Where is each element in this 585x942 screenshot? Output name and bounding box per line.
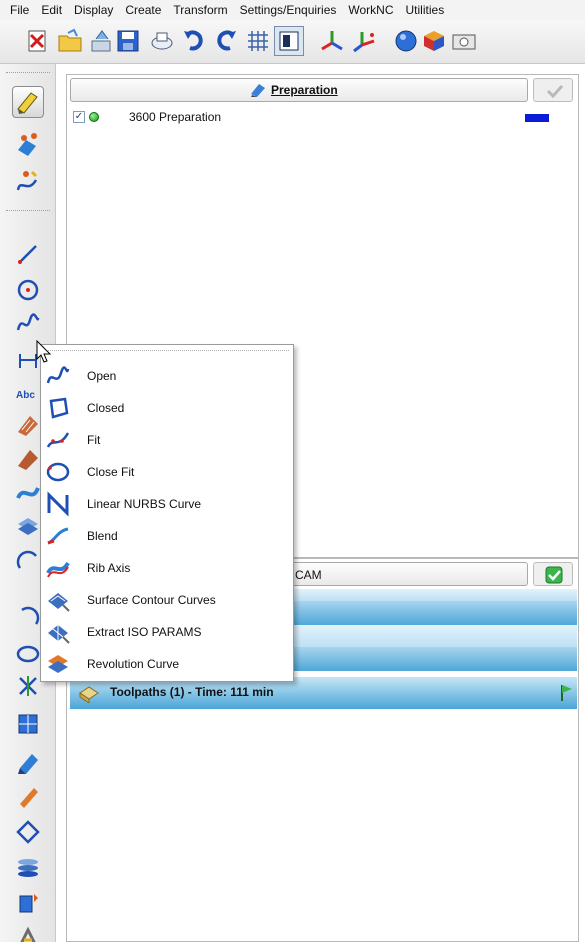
menu-edit[interactable]: Edit <box>35 0 68 20</box>
circle-icon[interactable] <box>14 276 42 304</box>
menu-item-label: Closed <box>87 401 125 415</box>
spline-icon[interactable] <box>14 310 42 338</box>
menu-item-fit[interactable]: Fit <box>45 425 291 455</box>
cube-icon[interactable] <box>420 27 448 55</box>
nurbs-curve-icon <box>45 491 71 517</box>
toolbar-separator <box>6 210 50 211</box>
menu-item-label: Fit <box>87 433 101 447</box>
plane-icon[interactable] <box>14 782 42 810</box>
hatch-icon[interactable] <box>14 410 42 438</box>
line-icon[interactable] <box>14 240 42 268</box>
axis-icon[interactable] <box>318 27 346 55</box>
menu-separator <box>45 350 289 351</box>
menu-item-extract-iso-params[interactable]: Extract ISO PARAMS <box>45 617 291 647</box>
settings-tool-icon[interactable] <box>14 924 42 942</box>
list-item[interactable]: ✓ 3600 Preparation <box>73 109 573 127</box>
menu-item-surface-contour-curves[interactable]: Surface Contour Curves <box>45 585 291 615</box>
menu-utilities[interactable]: Utilities <box>400 0 451 20</box>
menu-transform[interactable]: Transform <box>167 0 233 20</box>
menu-item-linear-nurbs-curve[interactable]: Linear NURBS Curve <box>45 489 291 519</box>
blend-icon <box>45 523 71 549</box>
menu-item-label: Extract ISO PARAMS <box>87 625 202 639</box>
preparation-header[interactable]: Preparation <box>70 78 528 102</box>
menu-settings-enquiries[interactable]: Settings/Enquiries <box>234 0 343 20</box>
preparation-confirm-button[interactable] <box>533 78 573 102</box>
delete-icon[interactable] <box>24 27 52 55</box>
grid-icon[interactable] <box>244 27 272 55</box>
curve-context-menu: Open Closed Fit Close Fit Linear NURBS C… <box>40 344 294 682</box>
open-folder-icon[interactable] <box>56 27 84 55</box>
undo-icon[interactable] <box>180 27 208 55</box>
menu-item-label: Blend <box>87 529 118 543</box>
open-curve-icon <box>45 363 71 389</box>
view-panel-icon[interactable] <box>274 26 304 56</box>
redo-icon[interactable] <box>212 27 240 55</box>
toolbar-separator <box>6 72 50 73</box>
toolpath-icon <box>78 683 100 704</box>
layers-icon[interactable] <box>14 512 42 540</box>
surface-tools-icon[interactable] <box>14 130 42 158</box>
stack-icon[interactable] <box>14 818 42 846</box>
menu-item-label: Revolution Curve <box>87 657 180 671</box>
menu-item-label: Open <box>87 369 117 383</box>
preparation-item-label: 3600 Preparation <box>129 110 222 124</box>
solid-icon[interactable] <box>14 672 42 700</box>
database-icon[interactable] <box>14 854 42 882</box>
menu-display[interactable]: Display <box>68 0 119 20</box>
flag-icon <box>558 683 574 703</box>
print-icon[interactable] <box>148 27 176 55</box>
menu-item-close-fit[interactable]: Close Fit <box>45 457 291 487</box>
menu-item-revolution-curve[interactable]: Revolution Curve <box>45 649 291 679</box>
revolve-icon[interactable] <box>14 604 42 632</box>
menu-worknc[interactable]: WorkNC <box>342 0 399 20</box>
svg-text:Abc: Abc <box>16 390 35 401</box>
revolution-curve-icon <box>45 651 71 677</box>
status-indicator <box>89 112 99 122</box>
close-fit-icon <box>45 459 71 485</box>
menu-item-rib-axis[interactable]: Rib Axis <box>45 553 291 583</box>
text-icon[interactable]: Abc <box>14 380 42 408</box>
cam-title: CAM <box>295 568 322 582</box>
import-icon[interactable] <box>88 27 116 55</box>
camera-icon[interactable] <box>450 27 478 55</box>
pencil-icon[interactable] <box>14 748 42 776</box>
preparation-icon <box>249 82 267 98</box>
color-swatch[interactable] <box>525 114 549 122</box>
surface-contour-icon <box>45 587 71 613</box>
trim-icon[interactable] <box>14 640 42 668</box>
menu-item-label: Rib Axis <box>87 561 131 575</box>
curve-tools-icon[interactable] <box>14 168 42 196</box>
sphere-icon[interactable] <box>392 27 420 55</box>
menu-item-blend[interactable]: Blend <box>45 521 291 551</box>
closed-curve-icon <box>45 395 71 421</box>
cam-confirm-button[interactable] <box>533 562 573 586</box>
toolpaths-label: Toolpaths (1) - Time: 111 min <box>110 685 274 699</box>
preparation-title: Preparation <box>271 83 338 97</box>
offset-icon[interactable] <box>14 444 42 472</box>
save-icon[interactable] <box>114 27 142 55</box>
menu-item-open[interactable]: Open <box>45 361 291 391</box>
fit-curve-icon <box>45 427 71 453</box>
rib-axis-icon <box>45 555 71 581</box>
menu-create[interactable]: Create <box>119 0 167 20</box>
preparation-checkbox[interactable]: ✓ <box>73 111 85 123</box>
mouse-cursor-icon <box>36 339 52 364</box>
arc-icon[interactable] <box>14 546 42 574</box>
tool-icon[interactable] <box>14 890 42 918</box>
shape-icon[interactable] <box>14 710 42 738</box>
menu-item-label: Close Fit <box>87 465 135 479</box>
axis-alt-icon[interactable] <box>350 27 378 55</box>
menu-item-label: Surface Contour Curves <box>87 593 216 607</box>
select-icon[interactable] <box>12 86 44 118</box>
menu-bar: File Edit Display Create Transform Setti… <box>0 0 585 20</box>
menu-item-closed[interactable]: Closed <box>45 393 291 423</box>
blend-surface-icon[interactable] <box>14 478 42 506</box>
main-toolbar <box>0 20 585 64</box>
menu-file[interactable]: File <box>4 0 35 20</box>
menu-item-label: Linear NURBS Curve <box>87 497 202 511</box>
extract-iso-icon <box>45 619 71 645</box>
